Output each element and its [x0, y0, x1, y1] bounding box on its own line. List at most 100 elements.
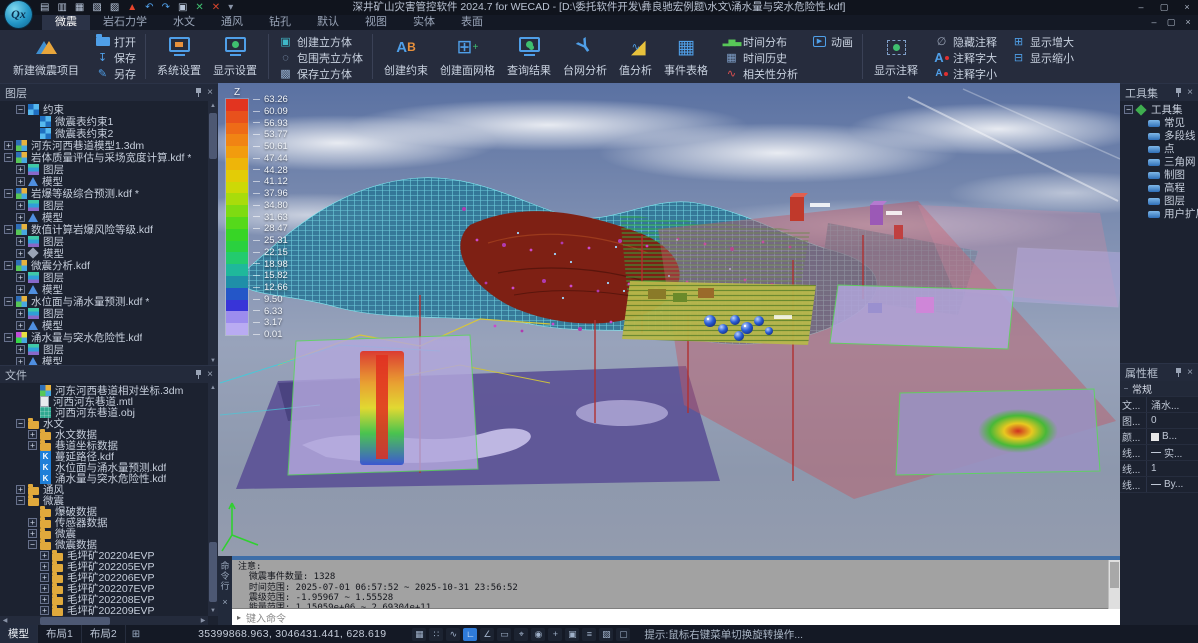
open-button[interactable]: 打开: [95, 34, 136, 49]
layer-tree-item[interactable]: +图层: [0, 343, 208, 355]
close-button[interactable]: ×: [1176, 0, 1198, 15]
close-icon[interactable]: ×: [207, 366, 213, 383]
file-tree-item[interactable]: −微震: [0, 495, 208, 506]
toolbox-tree-item[interactable]: 常见: [1120, 116, 1198, 129]
layer-tree-item[interactable]: −数值计算岩爆风险等级.kdf: [0, 223, 208, 235]
property-row[interactable]: 线...实...: [1120, 445, 1198, 461]
collapse-icon[interactable]: −: [1120, 384, 1132, 393]
animation-button[interactable]: ▶动画: [812, 34, 853, 49]
layer-tree-item[interactable]: +图层: [0, 163, 208, 175]
console-log[interactable]: 注意: 微震事件数量: 1328 时间范围: 2025-07-01 06:57:…: [232, 560, 1120, 608]
property-row[interactable]: 图...0: [1120, 413, 1198, 429]
layer-tree-item[interactable]: −岩爆等级综合预测.kdf *: [0, 187, 208, 199]
layer-tree-item[interactable]: +河东河西巷道模型1.3dm: [0, 139, 208, 151]
close-icon[interactable]: ×: [207, 84, 213, 101]
save-as-icon[interactable]: ▧: [92, 0, 101, 15]
expander-icon[interactable]: +: [16, 485, 25, 494]
layer-tree-item[interactable]: +图层: [0, 235, 208, 247]
layers-scrollbar[interactable]: ▲ ▼: [208, 101, 218, 366]
expander-icon[interactable]: +: [40, 551, 49, 560]
save-button[interactable]: ↧保存: [95, 50, 136, 65]
layer-tree-item[interactable]: 微震表约束1: [0, 115, 208, 127]
toolbox-tree-item[interactable]: 点: [1120, 142, 1198, 155]
close-view-green-icon[interactable]: ✕: [195, 0, 203, 15]
isometric-toggle-icon[interactable]: ▭: [497, 628, 511, 641]
property-row[interactable]: 颜...B...: [1120, 429, 1198, 445]
value-analysis-button[interactable]: ◢∿值分析: [613, 32, 658, 81]
file-tree-item[interactable]: +传感器数据: [0, 517, 208, 528]
file-tree-item[interactable]: +通风: [0, 484, 208, 495]
polar-toggle-icon[interactable]: ∠: [480, 628, 494, 641]
close-icon[interactable]: ×: [1187, 84, 1193, 101]
event-table-button[interactable]: ▦事件表格: [658, 32, 714, 81]
layer-tree-item[interactable]: +图层: [0, 307, 208, 319]
undo-icon[interactable]: ↶: [145, 0, 153, 15]
toolbox-tree-item[interactable]: 高程: [1120, 181, 1198, 194]
print-icon[interactable]: ▨: [110, 0, 119, 15]
system-settings-button[interactable]: 系统设置: [151, 32, 207, 81]
toolbox-tree-item[interactable]: −工具集: [1120, 103, 1198, 116]
property-row[interactable]: 线...1: [1120, 461, 1198, 477]
layer-tree-item[interactable]: 微震表约束2: [0, 127, 208, 139]
file-tree-item[interactable]: +水文数据: [0, 429, 208, 440]
show-annotation-button[interactable]: 显示注释: [868, 32, 924, 81]
expander-icon[interactable]: +: [4, 141, 13, 150]
ribbon-tab-4[interactable]: 钻孔: [256, 15, 304, 30]
query-results-button[interactable]: 查询结果: [501, 32, 557, 81]
expander-icon[interactable]: −: [4, 189, 13, 198]
infer-toggle-icon[interactable]: ∿: [446, 628, 460, 641]
hide-annotation-button[interactable]: ∅隐藏注释: [934, 34, 997, 49]
display-settings-button[interactable]: 显示设置: [207, 32, 263, 81]
ribbon-tab-1[interactable]: 岩石力学: [90, 15, 160, 30]
snap-toggle-icon[interactable]: ∷: [429, 628, 443, 641]
expander-icon[interactable]: −: [4, 261, 13, 270]
toolbox-tree-item[interactable]: 制图: [1120, 168, 1198, 181]
expander-icon[interactable]: +: [40, 584, 49, 593]
expander-icon[interactable]: +: [16, 273, 25, 282]
layer-tree-item[interactable]: +图层: [0, 271, 208, 283]
ribbon-tab-3[interactable]: 通风: [208, 15, 256, 30]
expander-icon[interactable]: −: [4, 153, 13, 162]
expander-icon[interactable]: +: [16, 237, 25, 246]
property-row[interactable]: 线...By...: [1120, 477, 1198, 493]
expander-icon[interactable]: +: [16, 345, 25, 354]
expander-icon[interactable]: −: [16, 419, 25, 428]
create-cube-button[interactable]: ▣创建立方体: [278, 34, 363, 49]
console-scrollbar[interactable]: [1108, 560, 1120, 609]
toolbox-tree-item[interactable]: 三角网: [1120, 155, 1198, 168]
expander-icon[interactable]: +: [16, 249, 25, 258]
close-icon[interactable]: ×: [1187, 364, 1193, 381]
display-shrink-button[interactable]: ⊟显示缩小: [1011, 50, 1074, 65]
layout-tab-1[interactable]: 布局1: [38, 625, 82, 643]
save-as-button[interactable]: ✎另存: [95, 66, 136, 81]
toolbar-more-icon[interactable]: ▾: [228, 0, 233, 15]
pin-icon[interactable]: [195, 370, 202, 380]
expander-icon[interactable]: +: [28, 430, 37, 439]
annotation-font-smaller-button[interactable]: A注释字小: [934, 66, 997, 81]
console-close-icon[interactable]: ×: [222, 597, 227, 607]
expander-icon[interactable]: −: [4, 297, 13, 306]
file-tree-item[interactable]: +巷道坐标数据: [0, 440, 208, 451]
grid-toggle-icon[interactable]: ▦: [412, 628, 426, 641]
open-file-icon[interactable]: ▥: [57, 0, 66, 15]
create-constraint-button[interactable]: AB创建约束: [378, 32, 434, 81]
doc-close-button[interactable]: ×: [1180, 15, 1196, 30]
file-tree-item[interactable]: K蔓延路径.kdf: [0, 451, 208, 462]
file-tree-item[interactable]: +毛坪矿202204EVP: [0, 550, 208, 561]
layer-tree-item[interactable]: +模型: [0, 247, 208, 259]
file-tree-item[interactable]: 河东河西巷道相对坐标.3dm: [0, 385, 208, 396]
ortho-toggle-icon[interactable]: ∟: [463, 628, 477, 641]
property-row[interactable]: 文...涌水...: [1120, 397, 1198, 413]
expander-icon[interactable]: −: [4, 333, 13, 342]
correlation-analysis-button[interactable]: ∿相关性分析: [724, 66, 798, 81]
file-tree-item[interactable]: +毛坪矿202208EVP: [0, 594, 208, 605]
expander-icon[interactable]: +: [16, 177, 25, 186]
toolbox-tree-item[interactable]: 用户扩展: [1120, 207, 1198, 220]
selection-cycling-toggle-icon[interactable]: ▢: [616, 628, 630, 641]
console-side-tab[interactable]: 命令行 ×: [218, 556, 232, 625]
scroll-down-icon[interactable]: ▼: [208, 606, 218, 616]
redo-icon[interactable]: ↷: [162, 0, 170, 15]
expander-icon[interactable]: +: [16, 285, 25, 294]
expander-icon[interactable]: +: [16, 201, 25, 210]
file-tree-item[interactable]: +微震: [0, 528, 208, 539]
